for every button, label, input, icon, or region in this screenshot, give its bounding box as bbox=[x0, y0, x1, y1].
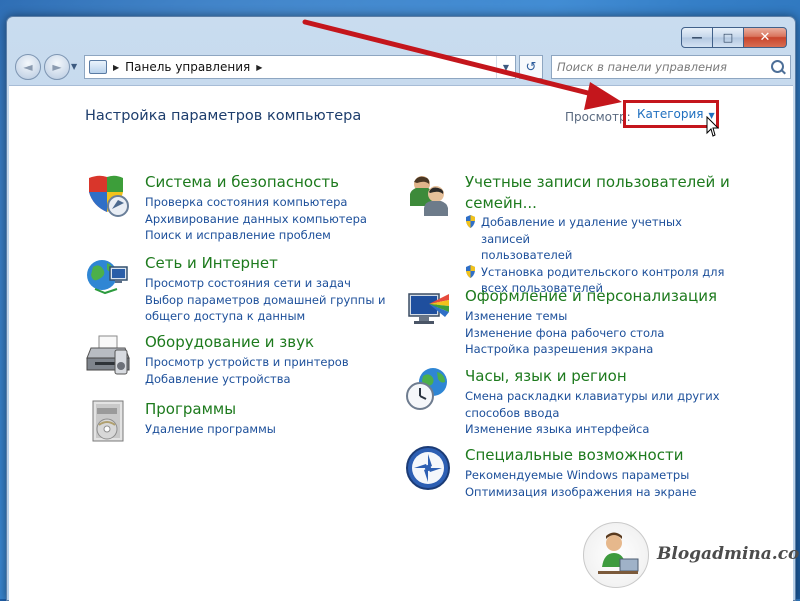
shield-icon bbox=[89, 175, 129, 217]
category-network-internet: Сеть и Интернет Просмотр состояния сети … bbox=[85, 253, 415, 323]
category-title[interactable]: Система и безопасность bbox=[145, 172, 339, 193]
link-homegroup-options[interactable]: Выбор параметров домашней группы и bbox=[145, 292, 386, 309]
category-links: Изменение темы Изменение фона рабочего с… bbox=[465, 308, 664, 358]
category-title[interactable]: Программы bbox=[145, 399, 236, 420]
link-change-keyboard-layout[interactable]: Смена раскладки клавиатуры или других bbox=[465, 388, 720, 405]
category-system-security: Система и безопасность Проверка состояни… bbox=[85, 172, 415, 242]
minimize-button[interactable]: — bbox=[681, 27, 713, 48]
recent-pages-dropdown-icon[interactable]: ▼ bbox=[71, 62, 77, 71]
refresh-button[interactable]: ↺ bbox=[519, 55, 543, 79]
link-text[interactable]: пользователей bbox=[481, 248, 572, 262]
monitor-palette-icon bbox=[408, 293, 449, 324]
uac-shield-icon bbox=[466, 215, 475, 228]
link-input-methods[interactable]: способов ввода bbox=[465, 405, 720, 422]
category-title[interactable]: Учетные записи пользователей и bbox=[465, 172, 730, 193]
category-appearance-personalization: Оформление и персонализация Изменение те… bbox=[405, 286, 735, 356]
category-hardware-sound: Оборудование и звук Просмотр устройств и… bbox=[85, 332, 415, 388]
refresh-icon: ↺ bbox=[525, 59, 537, 75]
minimize-icon: — bbox=[691, 31, 703, 44]
forward-button[interactable]: ► bbox=[44, 54, 70, 80]
link-network-status[interactable]: Просмотр состояния сети и задач bbox=[145, 275, 386, 292]
users-icon bbox=[410, 176, 448, 216]
link-change-display-language[interactable]: Изменение языка интерфейса bbox=[465, 421, 720, 438]
back-arrow-icon: ◄ bbox=[23, 60, 33, 74]
close-icon: ✕ bbox=[759, 30, 771, 45]
accessibility-icon bbox=[406, 446, 450, 490]
link-find-fix-problems[interactable]: Поиск и исправление проблем bbox=[145, 227, 367, 244]
link-optimize-display[interactable]: Оптимизация изображения на экране bbox=[465, 484, 696, 501]
link-text[interactable]: Установка родительского контроля для bbox=[481, 265, 724, 279]
link-recommended-settings[interactable]: Рекомендуемые Windows параметры bbox=[465, 467, 696, 484]
category-links: Просмотр состояния сети и задач Выбор па… bbox=[145, 275, 386, 325]
link-change-desktop-background[interactable]: Изменение фона рабочего стола bbox=[465, 325, 664, 342]
control-panel-window: — □ ✕ ◄ ► ▼ ▶ Панель управления ▶ ▼ ↺ На… bbox=[6, 16, 796, 601]
window-controls: — □ ✕ bbox=[681, 27, 787, 48]
category-links: Добавление и удаление учетных записей по… bbox=[465, 214, 725, 297]
watermark-text: Blogadmina.com bbox=[657, 544, 800, 564]
category-title[interactable]: Специальные возможности bbox=[465, 445, 683, 466]
address-bar[interactable]: ▶ Панель управления ▶ ▼ bbox=[84, 55, 516, 79]
search-input[interactable] bbox=[557, 57, 757, 77]
link-add-remove-accounts[interactable]: Добавление и удаление учетных записей по… bbox=[465, 214, 725, 264]
link-devices-printers[interactable]: Просмотр устройств и принтеров bbox=[145, 354, 349, 371]
navigation-bar: ◄ ► ▼ ▶ Панель управления ▶ ▼ ↺ bbox=[7, 51, 795, 81]
search-icon[interactable] bbox=[771, 60, 784, 73]
uac-shield-icon bbox=[466, 264, 475, 278]
link-screen-resolution[interactable]: Настройка разрешения экрана bbox=[465, 341, 664, 358]
search-box[interactable] bbox=[551, 55, 791, 79]
forward-arrow-icon: ► bbox=[52, 60, 62, 74]
category-programs: Программы Удаление программы bbox=[85, 399, 415, 449]
link-backup-computer[interactable]: Архивирование данных компьютера bbox=[145, 211, 367, 228]
breadcrumb-control-panel[interactable]: Панель управления bbox=[125, 60, 250, 74]
watermark-logo bbox=[583, 522, 649, 588]
category-title[interactable]: Оформление и персонализация bbox=[465, 286, 717, 307]
category-user-accounts: Учетные записи пользователей и семейн...… bbox=[405, 172, 735, 295]
page-title: Настройка параметров компьютера bbox=[85, 108, 362, 124]
category-links: Просмотр устройств и принтеров Добавлени… bbox=[145, 354, 349, 387]
breadcrumb-separator-icon[interactable]: ▶ bbox=[256, 63, 262, 72]
link-sharing-options[interactable]: общего доступа к данным bbox=[145, 308, 386, 325]
title-bar[interactable]: — □ ✕ bbox=[7, 17, 795, 48]
category-clock-language-region: Часы, язык и регион Смена раскладки клав… bbox=[405, 366, 735, 436]
close-button[interactable]: ✕ bbox=[744, 27, 787, 48]
link-add-device[interactable]: Добавление устройства bbox=[145, 371, 349, 388]
back-button[interactable]: ◄ bbox=[15, 54, 41, 80]
link-uninstall-program[interactable]: Удаление программы bbox=[145, 421, 276, 438]
mouse-pointer-icon bbox=[706, 116, 719, 137]
breadcrumb-separator-icon[interactable]: ▶ bbox=[113, 63, 119, 72]
category-title[interactable]: Оборудование и звук bbox=[145, 332, 314, 353]
category-links: Проверка состояния компьютера Архивирова… bbox=[145, 194, 367, 244]
link-text[interactable]: Добавление и удаление учетных записей bbox=[481, 215, 682, 246]
link-check-computer-status[interactable]: Проверка состояния компьютера bbox=[145, 194, 367, 211]
control-panel-icon bbox=[89, 60, 107, 74]
network-globe-icon bbox=[87, 260, 128, 295]
blogger-avatar-icon bbox=[598, 532, 639, 574]
blogadmina-watermark: Blogadmina.com bbox=[583, 522, 800, 588]
view-by-label: Просмотр: bbox=[565, 110, 631, 124]
address-dropdown-icon[interactable]: ▼ bbox=[496, 56, 515, 78]
programs-disc-icon bbox=[92, 400, 124, 442]
category-links: Смена раскладки клавиатуры или других сп… bbox=[465, 388, 720, 438]
link-change-theme[interactable]: Изменение темы bbox=[465, 308, 664, 325]
category-links: Рекомендуемые Windows параметры Оптимиза… bbox=[465, 467, 696, 500]
category-links: Удаление программы bbox=[145, 421, 276, 438]
printer-icon bbox=[86, 335, 130, 375]
clock-globe-icon bbox=[406, 368, 447, 410]
category-ease-of-access: Специальные возможности Рекомендуемые Wi… bbox=[405, 445, 735, 501]
maximize-button[interactable]: □ bbox=[713, 27, 744, 48]
category-title[interactable]: Часы, язык и регион bbox=[465, 366, 627, 387]
category-title-continued[interactable]: семейн... bbox=[465, 193, 537, 214]
maximize-icon: □ bbox=[722, 31, 734, 44]
category-title[interactable]: Сеть и Интернет bbox=[145, 253, 278, 274]
